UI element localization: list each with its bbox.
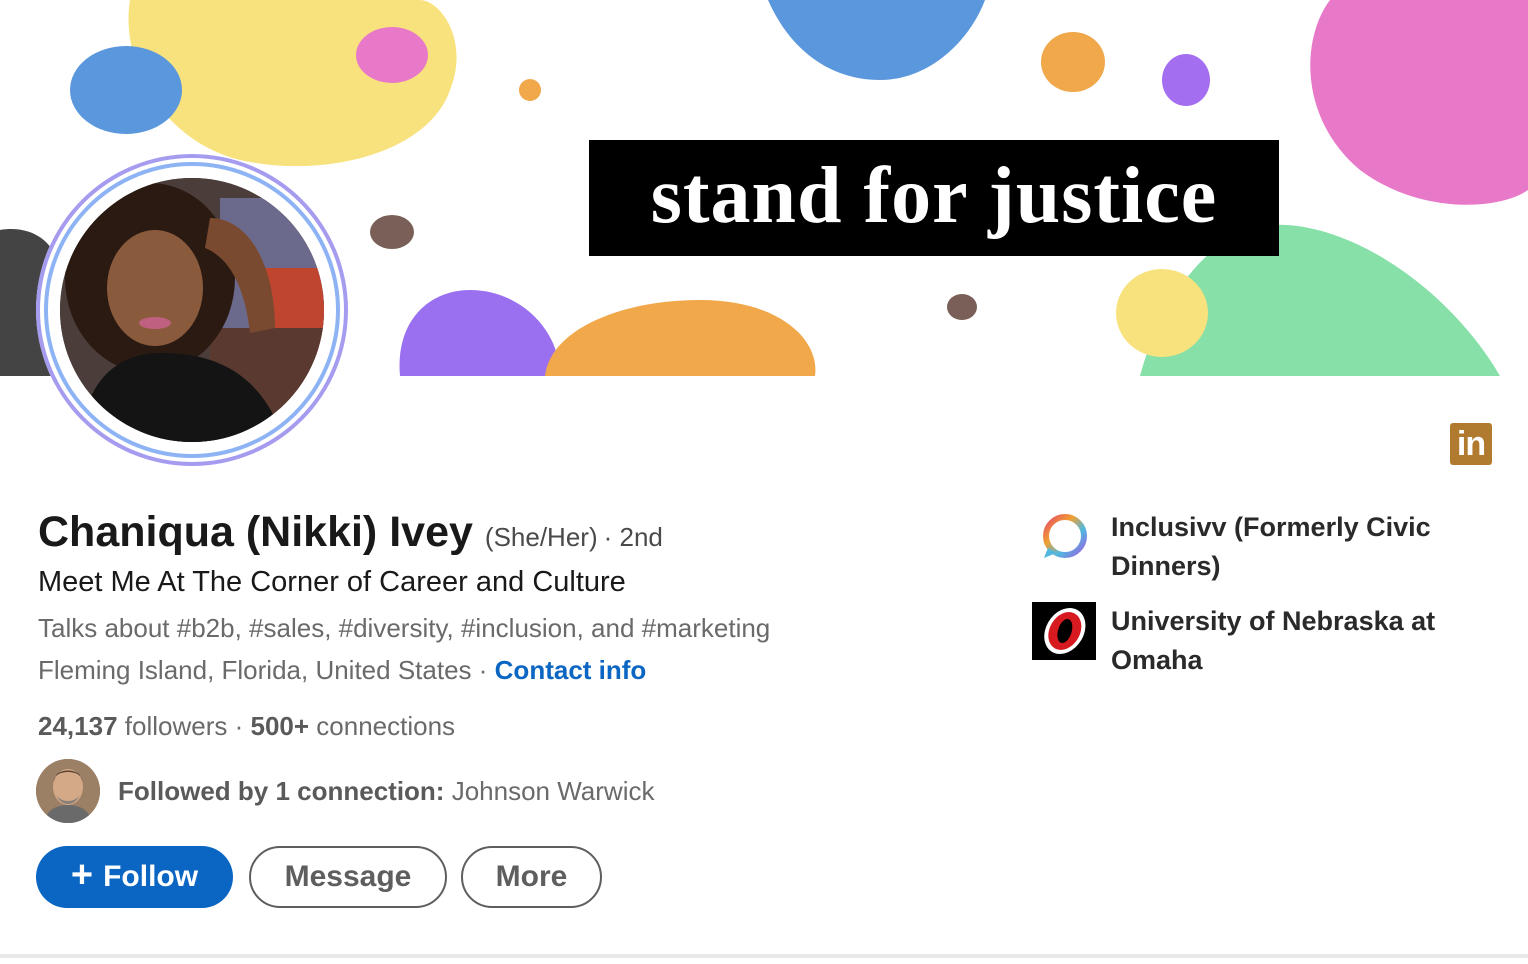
followed-by-text: Followed by 1 connection: Johnson Warwic… [118, 776, 654, 807]
follow-label: Follow [103, 860, 199, 893]
more-button[interactable]: More [461, 846, 602, 908]
connections-label[interactable]: connections [316, 711, 455, 741]
connection-avatar[interactable] [36, 759, 100, 823]
followed-by-name[interactable]: Johnson Warwick [452, 776, 655, 806]
connections-count[interactable]: 500+ [250, 711, 309, 741]
profile-photo[interactable] [60, 178, 324, 442]
follow-button[interactable]: + Follow [36, 846, 233, 908]
inclusivv-logo-icon [1032, 508, 1096, 566]
unomaha-logo-icon [1032, 602, 1096, 660]
contact-info-link[interactable]: Contact info [495, 655, 647, 685]
banner-title: stand for justice [650, 152, 1218, 240]
profile-name-line: Chaniqua (Nikki) Ivey (She/Her) · 2nd [38, 508, 663, 557]
profile-talks-about: Talks about #b2b, #sales, #diversity, #i… [38, 613, 771, 643]
linkedin-icon: in [1450, 423, 1492, 465]
profile-card: stand for justice in Chaniqua (Nikki) Iv… [0, 0, 1528, 958]
profile-headline: Meet Me At The Corner of Career and Cult… [38, 566, 626, 598]
connection-degree: · 2nd [603, 522, 663, 552]
profile-stats: 24,137 followers · 500+ connections [38, 711, 455, 742]
location-separator: · [471, 655, 495, 685]
followed-by[interactable]: Followed by 1 connection: Johnson Warwic… [36, 759, 654, 823]
banner-title-box: stand for justice [589, 140, 1279, 256]
more-label: More [495, 860, 568, 893]
org-item-inclusivv[interactable]: Inclusivv (Formerly Civic Dinners) [1032, 508, 1471, 586]
profile-location-line: Fleming Island, Florida, United States ·… [38, 655, 646, 686]
message-label: Message [284, 860, 412, 893]
org-item-unomaha[interactable]: University of Nebraska at Omaha [1032, 602, 1471, 680]
profile-location: Fleming Island, Florida, United States [38, 655, 472, 685]
org-name-unomaha[interactable]: University of Nebraska at Omaha [1111, 602, 1471, 680]
stats-separator: · [234, 711, 251, 741]
followed-by-label: Followed by 1 connection: [118, 775, 445, 806]
message-button[interactable]: Message [249, 846, 447, 908]
org-name-inclusivv[interactable]: Inclusivv (Formerly Civic Dinners) [1111, 508, 1471, 586]
plus-icon: + [70, 854, 94, 896]
profile-photo-image [60, 178, 324, 442]
followers-label: followers [124, 711, 228, 741]
followers-count: 24,137 [38, 711, 118, 741]
profile-name: Chaniqua (Nikki) Ivey [38, 508, 473, 556]
profile-pronouns: (She/Her) [484, 522, 598, 552]
connection-avatar-image [36, 759, 100, 823]
